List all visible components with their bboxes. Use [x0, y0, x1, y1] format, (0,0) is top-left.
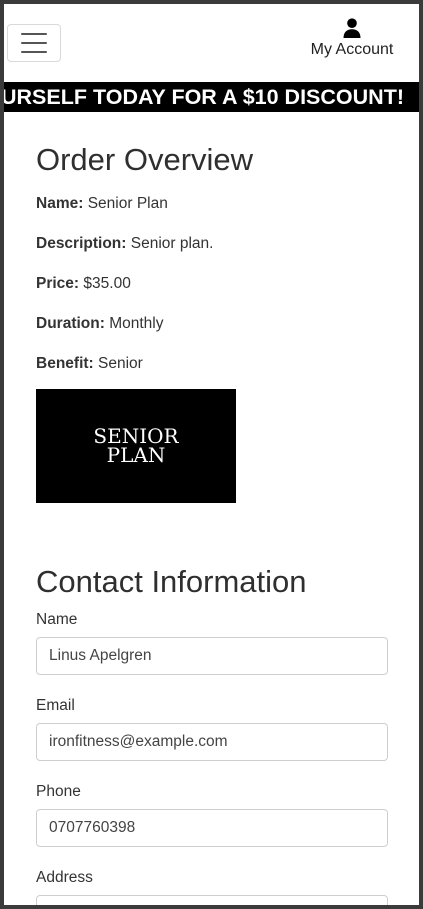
detail-label: Benefit: — [36, 355, 94, 372]
my-account-link[interactable]: My Account — [300, 18, 404, 59]
detail-value: Senior Plan — [87, 195, 168, 212]
plan-image-line2: PLAN — [106, 443, 166, 467]
detail-price: Price: $35.00 — [36, 274, 131, 294]
phone-label: Phone — [36, 783, 81, 800]
detail-description: Description: Senior plan. — [36, 234, 213, 254]
address-field[interactable] — [36, 895, 388, 905]
detail-label: Duration: — [36, 315, 105, 332]
detail-value: Senior — [98, 355, 143, 372]
promo-banner: URSELF TODAY FOR A $10 DISCOUNT! — [4, 82, 419, 112]
detail-label: Description: — [36, 235, 127, 252]
plan-image: SENIOR PLAN — [36, 389, 236, 503]
promo-banner-text: URSELF TODAY FOR A $10 DISCOUNT! — [4, 85, 404, 109]
detail-label: Price: — [36, 275, 80, 292]
page-frame: My Account URSELF TODAY FOR A $10 DISCOU… — [4, 4, 419, 905]
email-label: Email — [36, 697, 75, 714]
contact-information-title: Contact Information — [36, 564, 307, 599]
detail-label: Name: — [36, 195, 84, 212]
detail-value: $35.00 — [83, 275, 131, 292]
detail-duration: Duration: Monthly — [36, 314, 163, 334]
address-label: Address — [36, 869, 93, 886]
user-icon — [343, 18, 361, 38]
order-overview-title: Order Overview — [36, 142, 254, 177]
detail-name: Name: Senior Plan — [36, 194, 168, 214]
detail-value: Monthly — [109, 315, 164, 332]
menu-toggle-button[interactable] — [7, 24, 61, 62]
detail-benefit: Benefit: Senior — [36, 354, 143, 374]
my-account-label: My Account — [310, 41, 394, 58]
hamburger-icon-bar — [21, 42, 47, 44]
name-label: Name — [36, 611, 78, 628]
hamburger-icon-bar — [21, 51, 47, 53]
email-field[interactable] — [36, 723, 388, 761]
hamburger-icon — [21, 33, 47, 35]
phone-field[interactable] — [36, 809, 388, 847]
name-field[interactable] — [36, 637, 388, 675]
detail-value: Senior plan. — [130, 235, 214, 252]
